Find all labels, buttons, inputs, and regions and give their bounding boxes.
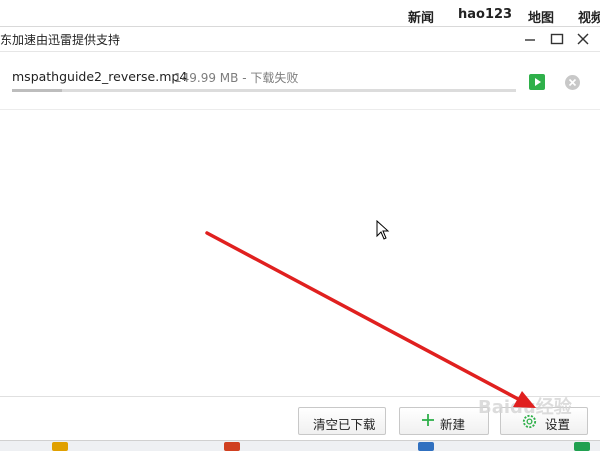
download-progress-bar [12, 89, 516, 92]
download-window: 东加速由迅雷提供支持 mspathguide2_reverse.mp4 149.… [0, 26, 600, 451]
taskbar [0, 440, 600, 451]
clear-downloaded-label: 清空已下载 [313, 417, 376, 432]
clear-downloaded-button[interactable]: 清空已下载 [298, 407, 386, 435]
mouse-cursor-icon [376, 220, 390, 240]
maximize-icon[interactable] [549, 31, 565, 47]
nav-link-map[interactable]: 地图 [528, 7, 554, 26]
browser-nav-bar: 新闻 hao123 地图 视频 [0, 0, 600, 26]
minimize-icon[interactable] [522, 31, 538, 47]
nav-link-hao123[interactable]: hao123 [458, 7, 512, 22]
download-filename: mspathguide2_reverse.mp4 [12, 69, 188, 84]
watermark: Baidu经验 [478, 397, 572, 418]
close-circle-icon[interactable] [565, 75, 580, 90]
play-icon[interactable] [529, 74, 545, 90]
nav-link-video[interactable]: 视频 [578, 7, 600, 26]
nav-link-news[interactable]: 新闻 [408, 7, 434, 26]
close-icon[interactable] [575, 31, 591, 47]
window-titlebar[interactable]: 东加速由迅雷提供支持 [0, 27, 600, 52]
new-download-label: 新建 [440, 417, 466, 432]
window-title: 东加速由迅雷提供支持 [0, 33, 121, 47]
plus-icon [422, 414, 434, 426]
new-download-button[interactable]: 新建 [399, 407, 489, 435]
row-divider [0, 109, 600, 110]
download-progress-fill [12, 89, 63, 92]
download-status: 149.99 MB - 下载失败 [174, 71, 299, 85]
download-item[interactable]: mspathguide2_reverse.mp4 149.99 MB - 下载失… [0, 57, 600, 107]
